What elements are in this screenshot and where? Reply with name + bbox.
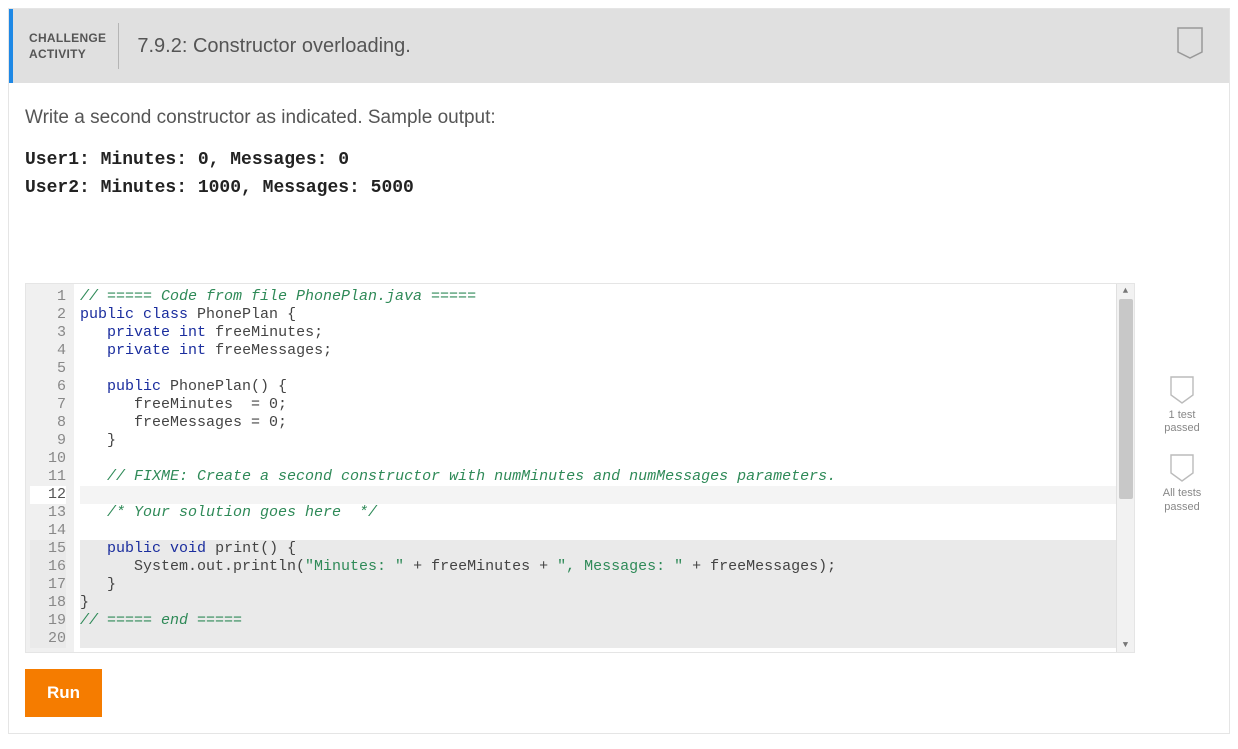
code-line[interactable]: private int freeMinutes; [80,324,1134,342]
main-column: Write a second constructor as indicated.… [25,107,1135,717]
editor-scrollbar[interactable]: ▲ ▼ [1116,284,1134,652]
shield-icon [1169,453,1195,483]
line-number: 11 [30,468,66,486]
challenge-container: CHALLENGE ACTIVITY 7.9.2: Constructor ov… [8,8,1230,734]
line-number: 19 [30,612,66,630]
scroll-up-icon[interactable]: ▲ [1117,284,1134,298]
badge-label: All tests passed [1163,487,1202,513]
code-line[interactable] [80,522,1134,540]
line-number: 16 [30,558,66,576]
line-number: 17 [30,576,66,594]
line-number: 20 [30,630,66,648]
code-line[interactable]: private int freeMessages; [80,342,1134,360]
line-number: 2 [30,306,66,324]
code-line[interactable]: /* Your solution goes here */ [80,504,1134,522]
line-number: 15 [30,540,66,558]
code-line[interactable]: // ===== Code from file PhonePlan.java =… [80,288,1134,306]
line-number: 4 [30,342,66,360]
line-number: 8 [30,414,66,432]
line-number: 9 [30,432,66,450]
challenge-label-line1: CHALLENGE [29,31,106,47]
code-line[interactable]: // FIXME: Create a second constructor wi… [80,468,1134,486]
run-button[interactable]: Run [25,669,102,717]
line-number: 3 [30,324,66,342]
challenge-label-line2: ACTIVITY [29,47,106,63]
scroll-track[interactable] [1117,298,1134,638]
line-number: 7 [30,396,66,414]
code-line[interactable]: public class PhonePlan { [80,306,1134,324]
badge-label: 1 test passed [1164,409,1199,435]
instructions-text: Write a second constructor as indicated.… [25,107,1135,129]
line-number: 14 [30,522,66,540]
code-line[interactable]: // ===== end ===== [80,612,1134,630]
shield-icon [1169,375,1195,405]
code-line[interactable]: public void print() { [80,540,1134,558]
bookmark-icon[interactable] [1175,26,1205,67]
line-number: 18 [30,594,66,612]
code-line[interactable] [80,630,1134,648]
line-number: 12 [30,486,66,504]
challenge-header: CHALLENGE ACTIVITY 7.9.2: Constructor ov… [9,9,1229,83]
code-line[interactable]: } [80,594,1134,612]
code-line[interactable] [80,486,1134,504]
challenge-body: Write a second constructor as indicated.… [9,83,1229,733]
line-number: 13 [30,504,66,522]
badge-all-tests: All tests passed [1163,453,1202,513]
line-number: 6 [30,378,66,396]
code-line[interactable] [80,360,1134,378]
challenge-title: 7.9.2: Constructor overloading. [119,9,429,83]
code-line[interactable]: } [80,576,1134,594]
code-line[interactable]: } [80,432,1134,450]
challenge-label: CHALLENGE ACTIVITY [13,9,118,83]
editor-code-area[interactable]: // ===== Code from file PhonePlan.java =… [74,284,1134,652]
code-line[interactable]: freeMinutes = 0; [80,396,1134,414]
code-line[interactable]: System.out.println("Minutes: " + freeMin… [80,558,1134,576]
line-number: 5 [30,360,66,378]
scroll-thumb[interactable] [1119,299,1133,499]
code-line[interactable] [80,450,1134,468]
code-line[interactable]: public PhonePlan() { [80,378,1134,396]
code-editor[interactable]: 1234567891011121314151617181920 // =====… [25,283,1135,653]
editor-gutter: 1234567891011121314151617181920 [26,284,74,652]
sample-output: User1: Minutes: 0, Messages: 0 User2: Mi… [25,147,1135,203]
code-line[interactable]: freeMessages = 0; [80,414,1134,432]
line-number: 10 [30,450,66,468]
badge-1-test: 1 test passed [1164,375,1199,435]
line-number: 1 [30,288,66,306]
side-column: 1 test passed All tests passed [1151,107,1213,717]
scroll-down-icon[interactable]: ▼ [1117,638,1134,652]
